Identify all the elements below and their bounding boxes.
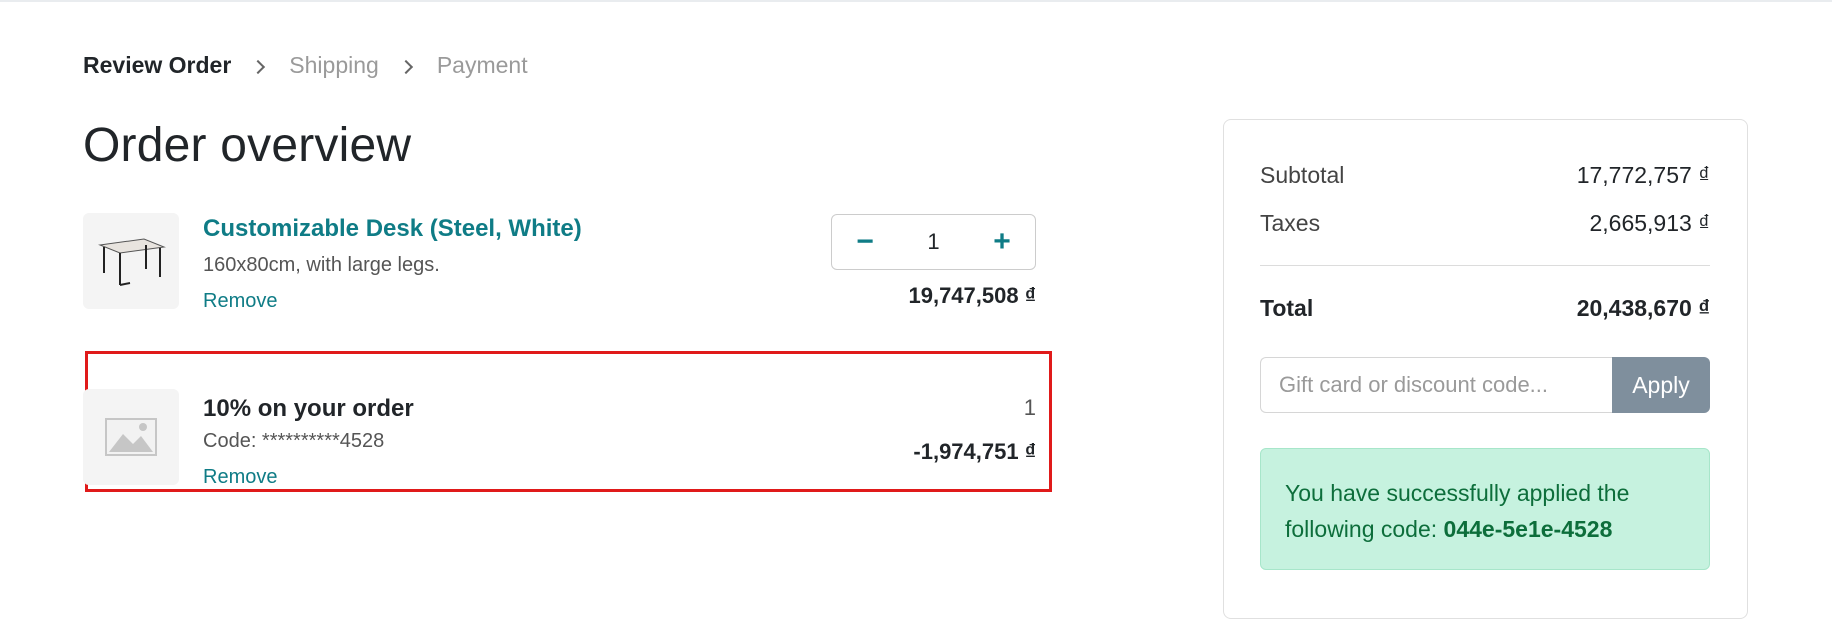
- discount-price: -1,974,751 ₫: [913, 439, 1036, 464]
- total-label: Total: [1260, 295, 1314, 321]
- total-value: 20,438,670 ₫: [1576, 295, 1710, 321]
- remove-product-link[interactable]: Remove: [203, 290, 277, 313]
- quantity-stepper: − 1 +: [831, 214, 1036, 270]
- summary-divider: [1260, 265, 1710, 266]
- quantity-value[interactable]: 1: [927, 229, 939, 255]
- promo-success-alert: You have successfully applied the follow…: [1260, 448, 1710, 570]
- image-placeholder-icon: [105, 418, 157, 456]
- breadcrumb-step-payment[interactable]: Payment: [437, 52, 528, 79]
- subtotal-value: 17,772,757 ₫: [1576, 162, 1710, 188]
- applied-code: 044e-5e1e-4528: [1443, 516, 1613, 542]
- apply-button[interactable]: Apply: [1612, 357, 1710, 413]
- remove-discount-link[interactable]: Remove: [203, 466, 277, 489]
- product-price: 19,747,508 ₫: [908, 283, 1036, 308]
- taxes-label: Taxes: [1260, 210, 1321, 236]
- subtotal-row: Subtotal 17,772,757 ₫: [1260, 162, 1710, 189]
- plus-icon[interactable]: +: [989, 227, 1015, 257]
- discount-name: 10% on your order: [203, 395, 414, 422]
- discount-code-masked: Code: **********4528: [203, 430, 385, 452]
- desk-icon: [98, 238, 166, 286]
- page-title: Order overview: [83, 119, 412, 172]
- total-row: Total 20,438,670 ₫: [1260, 295, 1710, 322]
- subtotal-label: Subtotal: [1260, 162, 1345, 188]
- chevron-right-icon: [251, 59, 266, 74]
- taxes-value: 2,665,913 ₫: [1589, 210, 1710, 236]
- minus-icon[interactable]: −: [852, 227, 878, 257]
- chevron-right-icon: [398, 59, 413, 74]
- order-summary-card: Subtotal 17,772,757 ₫ Taxes 2,665,913 ₫ …: [1223, 119, 1748, 619]
- promo-code-form: Apply: [1260, 357, 1710, 413]
- product-image[interactable]: [83, 213, 179, 309]
- discount-image: [83, 389, 179, 485]
- top-divider: [0, 0, 1832, 2]
- discount-quantity: 1: [1023, 395, 1036, 420]
- product-name-link[interactable]: Customizable Desk (Steel, White): [203, 215, 582, 243]
- taxes-row: Taxes 2,665,913 ₫: [1260, 210, 1710, 237]
- breadcrumb-step-review-order[interactable]: Review Order: [83, 52, 231, 79]
- promo-code-input[interactable]: [1260, 357, 1612, 413]
- breadcrumb: Review Order Shipping Payment: [83, 52, 528, 79]
- product-description: 160x80cm, with large legs.: [203, 254, 440, 276]
- breadcrumb-step-shipping[interactable]: Shipping: [289, 52, 379, 79]
